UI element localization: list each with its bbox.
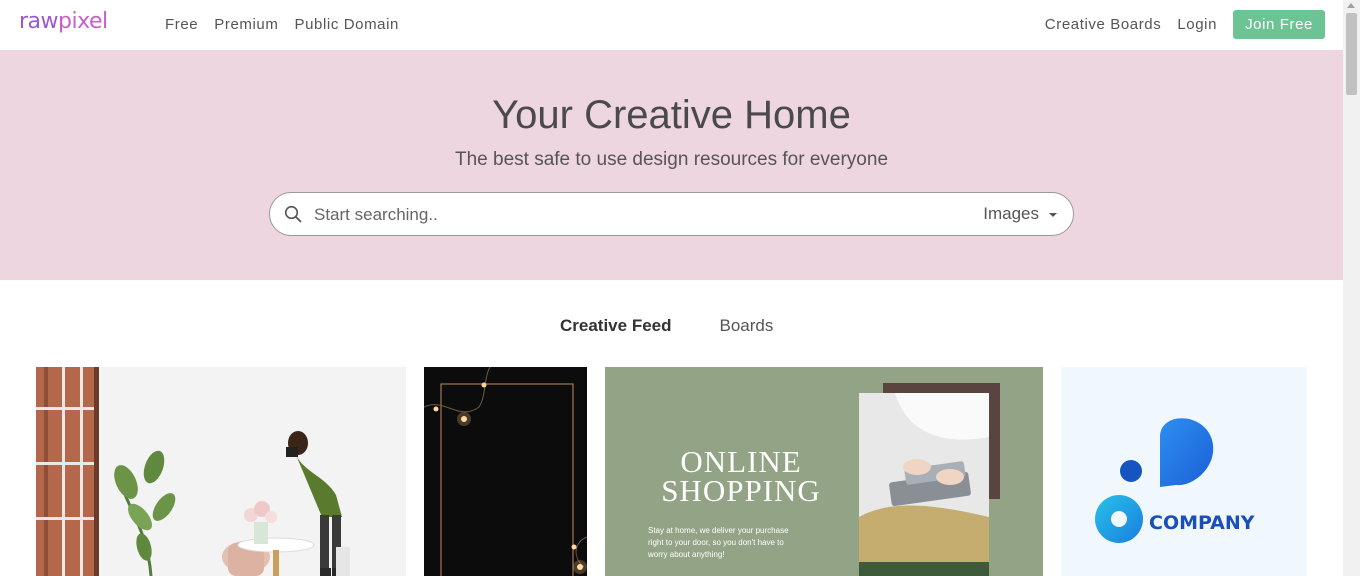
primary-nav: Free Premium Public Domain xyxy=(165,16,399,33)
feed-card-photographer[interactable] xyxy=(36,367,406,576)
join-free-button[interactable]: Join Free xyxy=(1233,10,1325,39)
creative-boards-link[interactable]: Creative Boards xyxy=(1045,16,1162,33)
photographer-image xyxy=(36,367,406,576)
company-label: COMPANY xyxy=(1149,512,1255,534)
nav-link-premium[interactable]: Premium xyxy=(214,16,278,33)
shopping-body-line-1: Stay at home, we deliver your purchase xyxy=(648,526,789,535)
shopping-body: Stay at home, we deliver your purchase r… xyxy=(648,525,848,561)
scroll-thumb[interactable] xyxy=(1346,13,1357,95)
chevron-down-icon xyxy=(1049,213,1057,217)
search-bar: Images xyxy=(269,192,1074,236)
feed-card-online-shopping[interactable]: ONLINE SHOPPING Stay at home, we deliver… xyxy=(605,367,1043,576)
shopping-body-line-3: worry about anything! xyxy=(648,550,725,559)
page: rawpixel Free Premium Public Domain Crea… xyxy=(0,0,1343,576)
shopping-title: ONLINE SHOPPING xyxy=(641,444,841,508)
hero-subtitle: The best safe to use design resources fo… xyxy=(454,149,889,170)
logo-prefix: raw xyxy=(19,9,59,34)
logo-suffix: pixel xyxy=(58,9,108,34)
shopping-body-line-2: right to your door, so you don't have to xyxy=(648,538,784,547)
company-logo-image xyxy=(1061,367,1307,576)
nav-link-free[interactable]: Free xyxy=(165,16,198,33)
feed-tabs: Creative Feed Boards xyxy=(560,316,773,336)
search-icon[interactable] xyxy=(284,205,302,223)
feed-card-golden-frame[interactable] xyxy=(424,367,587,576)
top-navbar: rawpixel Free Premium Public Domain Crea… xyxy=(0,0,1343,50)
feed-card-company-logo[interactable]: COMPANY xyxy=(1061,367,1307,576)
account-nav: Creative Boards Login Join Free xyxy=(1045,10,1325,39)
login-link[interactable]: Login xyxy=(1177,16,1217,33)
hero-banner: Your Creative Home The best safe to use … xyxy=(0,50,1343,280)
shopping-title-line-1: ONLINE xyxy=(680,444,802,479)
hero-title: Your Creative Home xyxy=(492,93,851,137)
shopping-title-line-2: SHOPPING xyxy=(661,473,821,508)
vertical-scrollbar[interactable] xyxy=(1343,0,1360,576)
rawpixel-logo[interactable]: rawpixel xyxy=(19,9,108,34)
scroll-up-arrow-icon[interactable] xyxy=(1347,3,1355,8)
tab-boards[interactable]: Boards xyxy=(720,316,774,336)
search-type-label: Images xyxy=(983,204,1039,223)
search-type-dropdown[interactable]: Images xyxy=(983,204,1057,224)
tab-creative-feed[interactable]: Creative Feed xyxy=(560,316,672,336)
golden-frame-image xyxy=(424,367,587,576)
nav-link-public-domain[interactable]: Public Domain xyxy=(294,16,399,33)
search-input[interactable] xyxy=(312,203,916,227)
